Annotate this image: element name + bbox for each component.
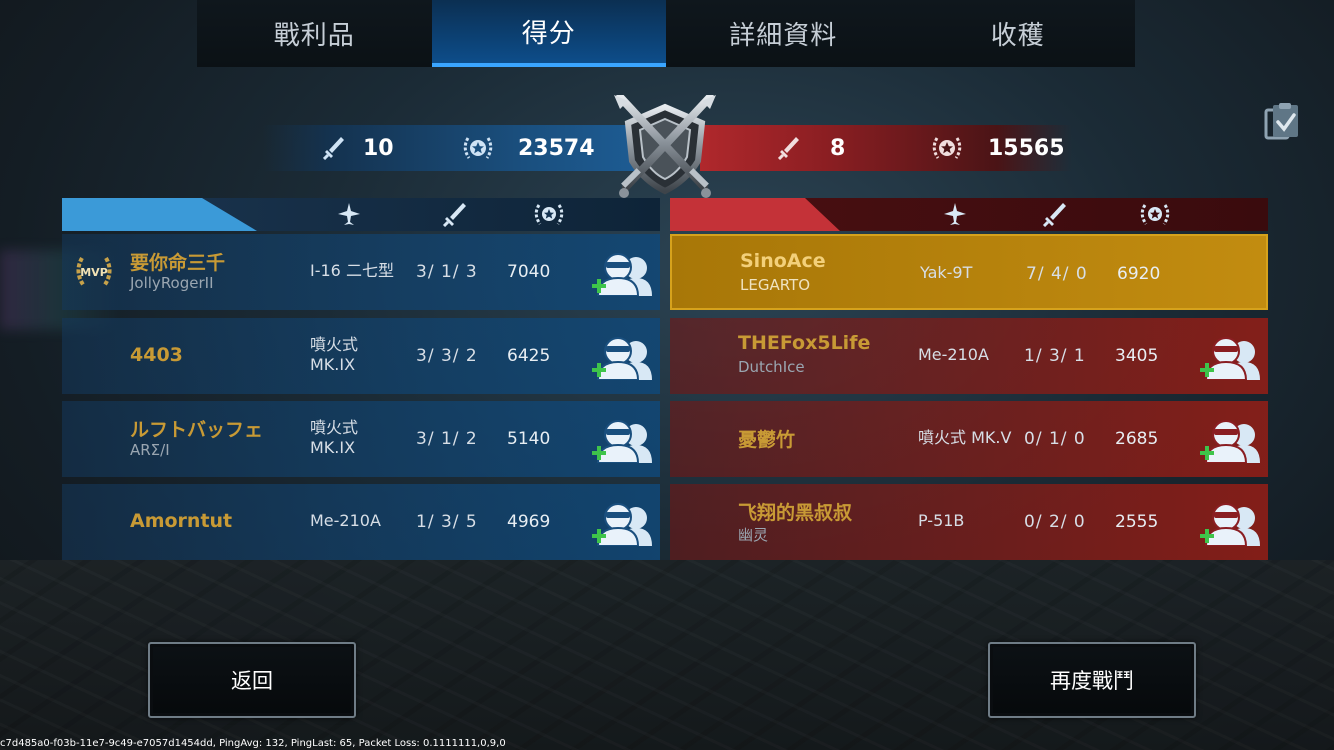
- player-kda: 0/ 2/ 0: [1024, 512, 1086, 532]
- player-points: 2685: [1115, 429, 1159, 449]
- blue-player-row[interactable]: MVP 要你命三千 JollyRogerII I-16 二七型 3/ 1/ 3 …: [62, 234, 660, 310]
- red-player-row[interactable]: 憂鬱竹 噴火式 MK.V 0/ 1/ 0 2685: [670, 401, 1268, 477]
- player-points: 6920: [1117, 264, 1161, 284]
- add-friend-icon[interactable]: [588, 500, 656, 546]
- player-kda: 1/ 3/ 5: [416, 512, 478, 532]
- mvp-laurel-icon: MVP: [76, 257, 112, 288]
- player-name: THEFox5Life: [738, 332, 871, 354]
- tab-harvest[interactable]: 收穫: [901, 0, 1136, 67]
- player-plane: 噴火式: [310, 335, 359, 354]
- laurel-star-icon: [932, 137, 962, 159]
- red-player-row[interactable]: 飞翔的黑叔叔 幽灵 P-51B 0/ 2/ 0 2555: [670, 484, 1268, 560]
- clipboard-check-icon[interactable]: [1264, 102, 1300, 142]
- player-name: ルフトバッフェ: [130, 419, 264, 441]
- sword-icon: [1042, 203, 1066, 227]
- player-plane: Yak-9T: [920, 263, 973, 282]
- player-points: 5140: [507, 429, 551, 449]
- laurel-star-icon: [1140, 204, 1170, 225]
- red-player-row[interactable]: THEFox5Life DutchIce Me-210A 1/ 3/ 1 340…: [670, 318, 1268, 394]
- tab-bar: 戰利品 得分 詳細資料 收穫: [197, 0, 1135, 67]
- tab-details[interactable]: 詳細資料: [666, 0, 901, 67]
- add-friend-icon[interactable]: [588, 417, 656, 463]
- player-subname: 幽灵: [738, 526, 769, 544]
- sword-icon: [442, 203, 466, 227]
- red-player-row-self[interactable]: SinoAce LEGARTO Yak-9T 7/ 4/ 0 6920: [670, 234, 1268, 310]
- debug-info: c7d485a0-f03b-11e7-9c49-e7057d1454dd, Pi…: [0, 738, 506, 749]
- player-subname: LEGARTO: [740, 276, 811, 294]
- red-team-header: [670, 198, 1268, 231]
- mvp-label: MVP: [80, 266, 108, 279]
- blue-team-tag: [62, 198, 257, 231]
- player-kda: 3/ 3/ 2: [416, 346, 478, 366]
- battle-again-button[interactable]: 再度戰鬥: [988, 642, 1196, 718]
- add-friend-icon[interactable]: [1196, 417, 1264, 463]
- player-kda: 1/ 3/ 1: [1024, 346, 1086, 366]
- blue-player-row[interactable]: 4403 噴火式 MK.IX 3/ 3/ 2 6425: [62, 318, 660, 394]
- blue-team-score-bar: 10 23574: [263, 125, 635, 171]
- laurel-star-icon: [463, 137, 493, 159]
- player-kda: 7/ 4/ 0: [1026, 264, 1088, 284]
- red-team-tag: [670, 198, 840, 231]
- player-plane: Me-210A: [310, 511, 381, 530]
- blue-team-header: [62, 198, 660, 231]
- player-name: SinoAce: [740, 250, 826, 272]
- player-kda: 3/ 1/ 3: [416, 262, 478, 282]
- player-points: 2555: [1115, 512, 1159, 532]
- tab-loot[interactable]: 戰利品: [197, 0, 432, 67]
- player-plane: Me-210A: [918, 345, 989, 364]
- player-name: 飞翔的黑叔叔: [738, 502, 853, 524]
- red-team-score-bar: 8 15565: [700, 125, 1072, 171]
- add-friend-icon[interactable]: [1196, 500, 1264, 546]
- player-plane: I-16 二七型: [310, 261, 394, 280]
- player-name: 要你命三千: [130, 252, 226, 274]
- plane-icon: [944, 203, 966, 225]
- player-plane-variant: MK.IX: [310, 355, 356, 374]
- player-points: 3405: [1115, 346, 1159, 366]
- player-plane-variant: MK.IX: [310, 438, 356, 457]
- crossed-swords-shield-icon: [614, 95, 716, 198]
- plane-icon: [338, 203, 360, 225]
- sword-icon: [778, 137, 799, 160]
- player-points: 6425: [507, 346, 551, 366]
- add-friend-icon[interactable]: [1196, 334, 1264, 380]
- blue-player-row[interactable]: ルフトバッフェ ARΣ/I 噴火式 MK.IX 3/ 1/ 2 5140: [62, 401, 660, 477]
- add-friend-icon[interactable]: [588, 250, 656, 296]
- player-points: 7040: [507, 262, 551, 282]
- player-name: 憂鬱竹: [738, 429, 796, 451]
- red-team-kills: 8: [830, 135, 846, 161]
- blue-player-row[interactable]: Amorntut Me-210A 1/ 3/ 5 4969: [62, 484, 660, 560]
- player-plane: 噴火式 MK.V: [918, 428, 1012, 447]
- player-subname: JollyRogerII: [130, 274, 214, 292]
- player-name: 4403: [130, 344, 183, 366]
- back-button[interactable]: 返回: [148, 642, 356, 718]
- sword-icon: [323, 137, 344, 160]
- blue-team-points: 23574: [518, 135, 595, 161]
- player-subname: DutchIce: [738, 358, 805, 376]
- player-plane: P-51B: [918, 511, 965, 530]
- player-subname: ARΣ/I: [130, 441, 170, 459]
- player-plane: 噴火式: [310, 418, 359, 437]
- red-team-points: 15565: [988, 135, 1065, 161]
- player-points: 4969: [507, 512, 551, 532]
- player-kda: 0/ 1/ 0: [1024, 429, 1086, 449]
- player-kda: 3/ 1/ 2: [416, 429, 478, 449]
- blue-team-kills: 10: [363, 135, 394, 161]
- add-friend-icon[interactable]: [588, 334, 656, 380]
- tab-score[interactable]: 得分: [431, 0, 666, 67]
- player-name: Amorntut: [130, 510, 233, 532]
- laurel-star-icon: [534, 204, 564, 225]
